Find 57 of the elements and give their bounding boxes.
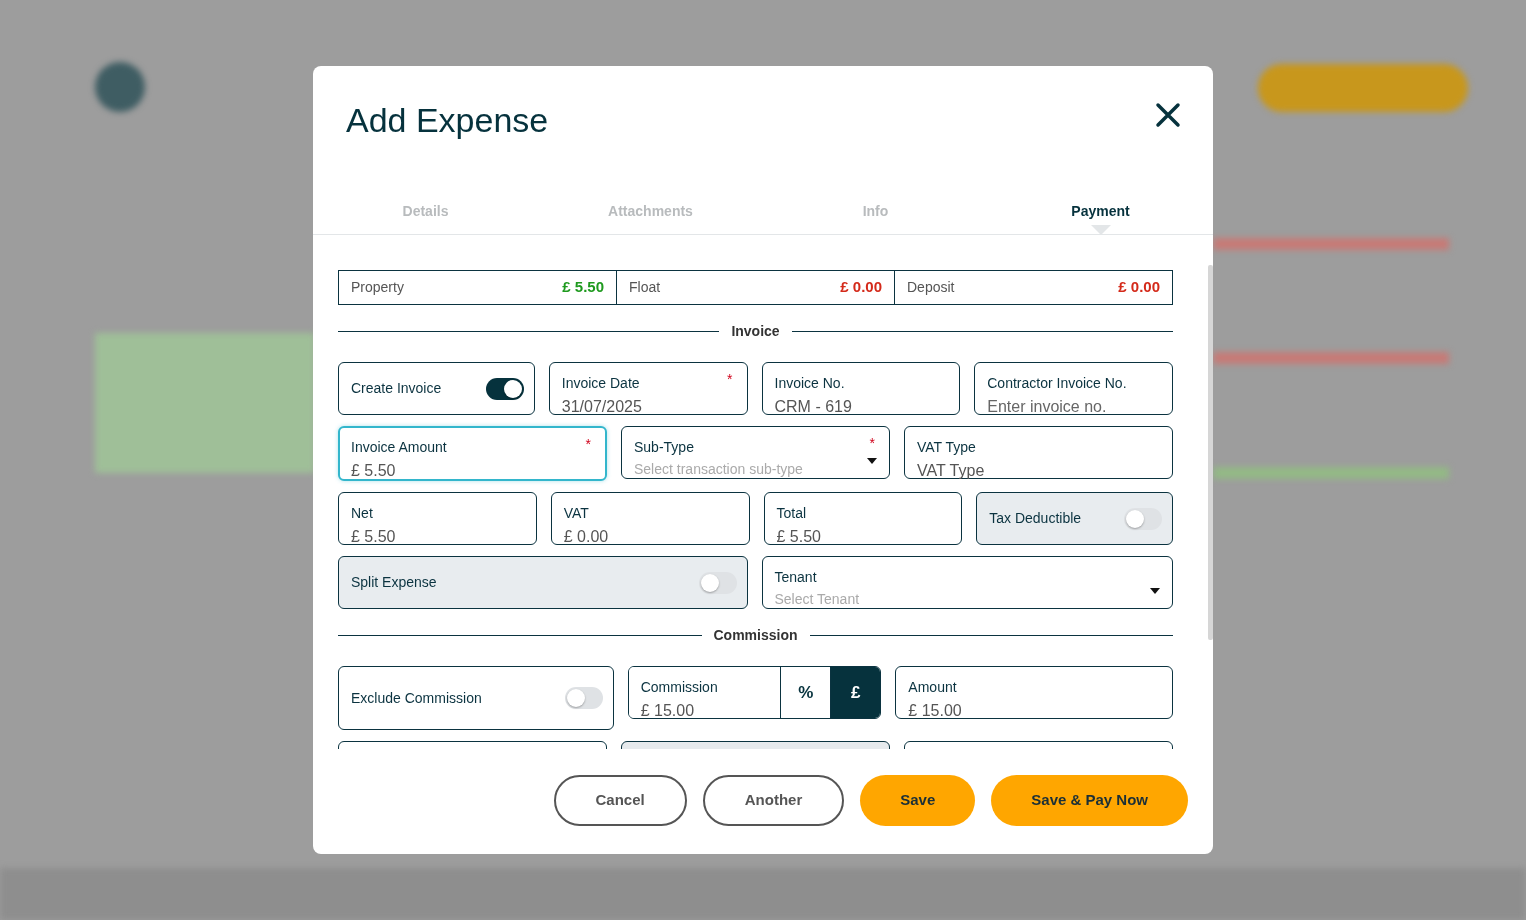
field-label: Amount — [908, 679, 957, 696]
input-field[interactable]: Invoice Date 31/07/2025 * — [548, 362, 748, 415]
toggle-label: Split Expense — [351, 573, 437, 592]
section-heading: Commission — [713, 626, 798, 645]
toggle-label: Tax Deductible — [989, 509, 1082, 528]
text-input[interactable]: £ 5.50 — [351, 461, 594, 481]
input-field[interactable]: Total £ 5.50 — [763, 492, 963, 545]
toggle-label: Exclude Commission — [351, 688, 482, 708]
text-input[interactable]: £ 15.00 — [640, 701, 769, 718]
field-label: Invoice No. — [774, 375, 845, 392]
input-field[interactable]: Invoice No. CRM - 619 — [761, 362, 961, 415]
input-field[interactable]: VAT £ 0.00 — [550, 492, 750, 545]
field-label: VAT — [563, 505, 589, 522]
caret-icon — [1150, 588, 1160, 594]
balance-amount: £ 0.00 — [1118, 277, 1160, 298]
field-label: Total — [776, 505, 807, 522]
dialog-title: Add Expense — [346, 100, 549, 140]
input-field[interactable]: VAT Type VAT Type — [904, 426, 1173, 479]
close-button[interactable] — [1155, 102, 1181, 128]
balance-label: Property — [351, 278, 404, 297]
text-input[interactable]: Enter invoice no. — [987, 397, 1160, 417]
select-field[interactable]: Sub-Type Select transaction sub-type * — [621, 426, 890, 479]
field-label: VAT Type — [917, 439, 976, 456]
toggle-label: Create Invoice — [351, 379, 442, 398]
section-heading: Invoice — [731, 322, 780, 341]
balance-amount: £ 5.50 — [562, 277, 604, 298]
primary-button[interactable]: Save — [860, 775, 976, 826]
text-input[interactable]: £ 15.00 — [908, 701, 1160, 721]
balance-label: Deposit — [907, 278, 955, 297]
text-input[interactable]: £ 5.50 — [776, 527, 950, 547]
text-input[interactable]: 31/07/2025 — [561, 397, 735, 417]
outline-button[interactable]: Another — [702, 775, 845, 826]
input-field[interactable]: Contractor Invoice No. Enter invoice no. — [974, 362, 1173, 415]
required-mark: * — [727, 370, 733, 389]
outline-button[interactable]: Cancel — [553, 775, 687, 826]
text-input[interactable]: VAT Type — [917, 461, 1160, 481]
unit-button[interactable]: £ — [830, 667, 881, 718]
primary-button[interactable]: Save & Pay Now — [991, 775, 1188, 826]
field-label: Invoice Amount — [351, 439, 447, 456]
field-label: Net — [351, 505, 373, 522]
input-field[interactable]: Net £ 5.50 — [338, 492, 537, 545]
field-label: Commission — [640, 679, 718, 696]
field-label: Contractor Invoice No. — [987, 375, 1127, 392]
input-field[interactable]: Amount £ 15.00 — [895, 666, 1173, 719]
toggle-switch[interactable] — [564, 687, 603, 709]
select-field[interactable]: Tenant Select Tenant — [761, 556, 1173, 609]
text-input[interactable]: CRM - 619 — [774, 397, 948, 417]
caret-icon — [867, 458, 877, 464]
balance-amount: £ 0.00 — [840, 277, 882, 298]
required-mark: * — [585, 435, 591, 454]
text-input[interactable]: £ 0.00 — [563, 527, 737, 547]
input-field[interactable]: Invoice Amount £ 5.50 * — [338, 426, 607, 481]
text-input[interactable]: £ 5.50 — [351, 527, 524, 547]
scrollbar-thumb[interactable] — [1208, 265, 1213, 640]
balance-label: Float — [629, 278, 661, 297]
toggle-switch[interactable] — [485, 377, 524, 400]
field-label: Invoice Date — [561, 375, 640, 392]
